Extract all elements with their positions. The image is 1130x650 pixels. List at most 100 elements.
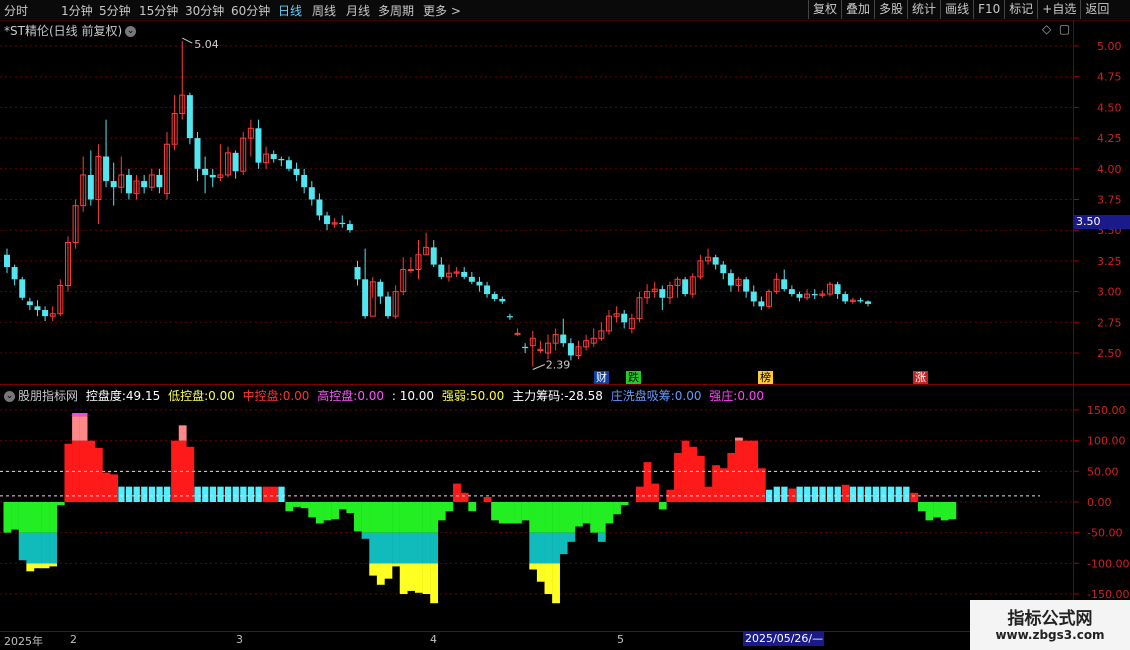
- indicator-bar-cyan: [118, 486, 125, 502]
- indicator-name[interactable]: 股朋指标网: [18, 389, 78, 403]
- indicator-bar-pink: [178, 425, 187, 441]
- indicator-bar-magenta: [79, 413, 88, 417]
- indicator-bar-green: [445, 502, 454, 512]
- indicator-bar-green: [514, 502, 522, 524]
- candle-body: [156, 174, 163, 188]
- candle-body: [385, 296, 391, 317]
- indicator-bar-cyan: [194, 486, 201, 502]
- indicator-bar-red: [727, 452, 736, 502]
- candle-body: [438, 264, 445, 277]
- indicator-bar-teal: [26, 532, 35, 564]
- candle-body: [285, 160, 292, 169]
- chart-title[interactable]: *ST精伦(日线 前复权) ⌄: [4, 22, 137, 39]
- indicator-bar-teal: [369, 532, 378, 564]
- indicator-bar-cyan: [209, 486, 217, 502]
- candle-body: [19, 279, 26, 298]
- indicator-bar-red: [788, 488, 797, 502]
- indicator-bar-green: [56, 502, 65, 506]
- candle-body: [491, 294, 498, 299]
- indicator-bar-green: [376, 502, 385, 533]
- candle-body: [301, 174, 308, 188]
- chouma-label: 主力筹码:: [512, 389, 565, 403]
- indicator-bar-green: [285, 502, 294, 512]
- candle-body: [293, 168, 300, 175]
- high-marker-line: [182, 37, 193, 44]
- indicator-bar-green: [544, 502, 553, 533]
- indicator-bar-cyan: [224, 486, 232, 502]
- watermark-url: www.zbgs3.com: [995, 628, 1105, 642]
- diamond-icon[interactable]: ◇: [1042, 22, 1051, 36]
- candle-body: [407, 268, 414, 271]
- limit-down-badge[interactable]: 跌: [626, 371, 641, 384]
- indicator-bar-red: [651, 483, 660, 502]
- price-tick-label: 2.75: [1097, 316, 1122, 329]
- indicator-bar-cyan: [164, 486, 171, 502]
- indicator-bar-cyan: [148, 486, 156, 502]
- candle-body: [758, 301, 765, 307]
- indicator-bar-yellow: [376, 563, 385, 585]
- dragon-tiger-badge[interactable]: 榜: [758, 371, 773, 384]
- finance-badge[interactable]: 财: [594, 371, 609, 384]
- low-marker-line: [532, 364, 545, 370]
- indicator-bar-green: [315, 502, 324, 524]
- low-marker-label: 2.39: [546, 359, 571, 372]
- indicator-bar-teal: [430, 532, 439, 564]
- indicator-bar-cyan: [834, 486, 841, 502]
- candle-body: [567, 343, 574, 356]
- indicator-bar-green: [26, 502, 35, 533]
- indicator-bar-cyan: [156, 486, 163, 502]
- date-month-5: 5: [617, 633, 624, 646]
- indicator-bar-teal: [407, 532, 416, 564]
- indicator-bar-yellow: [414, 563, 423, 593]
- chevron-down-icon[interactable]: ⌄: [125, 26, 137, 37]
- indicator-bar-cyan: [804, 486, 811, 502]
- chart-canvas[interactable]: 5.00 4.75 4.50 4.25 4.00 3.75 3.50 3.25 3.00 2.75…: [0, 0, 1130, 650]
- indicator-bar-magenta: [72, 413, 80, 417]
- limit-up-badge[interactable]: 涨: [913, 371, 928, 384]
- indicator-bar-green: [552, 502, 560, 533]
- candle-body: [202, 168, 209, 175]
- indicator-bar-green: [354, 502, 362, 532]
- indicator-bar-cyan: [255, 486, 262, 502]
- indicator-bar-green: [323, 502, 332, 521]
- indicator-bar-green: [933, 502, 941, 518]
- cursor-date-label: 2025/05/26/—: [743, 632, 824, 646]
- price-tick-label: 3.75: [1097, 194, 1122, 207]
- xipan-value: 0.00: [674, 389, 702, 403]
- candle-body: [743, 279, 750, 292]
- candle-body: [788, 289, 795, 295]
- indicator-bar-red: [94, 448, 103, 502]
- candle-body: [522, 346, 529, 349]
- kongpan-value: 49.15: [125, 389, 161, 403]
- candle-body: [377, 281, 384, 297]
- chouma-value: -28.58: [564, 389, 603, 403]
- indicator-tick-label: -50.00: [1087, 527, 1122, 540]
- settings-square-icon[interactable]: ▢: [1059, 22, 1070, 36]
- indicator-bar-green: [308, 502, 317, 518]
- indicator-bar-teal: [559, 532, 568, 555]
- candle-body: [346, 224, 353, 231]
- high-marker-label: 5.04: [194, 38, 219, 51]
- chevron-down-icon[interactable]: ⌄: [4, 391, 15, 402]
- indicator-bar-yellow: [536, 563, 545, 582]
- indicator-bar-yellow: [392, 563, 400, 567]
- candle-body: [796, 294, 803, 298]
- indicator-bar-green: [498, 502, 507, 524]
- indicator-bar-red: [110, 474, 118, 502]
- candle-body: [4, 254, 10, 268]
- indicator-bar-cyan: [247, 486, 255, 502]
- watermark-title: 指标公式网: [1007, 609, 1093, 629]
- indicator-bar-green: [620, 502, 629, 506]
- indicator-bar-yellow: [399, 563, 408, 594]
- indicator-bar-red: [841, 484, 850, 502]
- candle-body: [11, 267, 18, 280]
- indicator-bar-cyan: [141, 486, 148, 502]
- price-tick-label: 4.50: [1097, 101, 1122, 114]
- indicator-bar-teal: [18, 532, 27, 561]
- indicator-bar-teal: [392, 532, 400, 564]
- candle-body: [499, 298, 506, 302]
- candle-body: [42, 310, 49, 317]
- high-kongpan-label: 高控盘:: [317, 389, 358, 403]
- mid-kongpan-value: 0.00: [282, 389, 310, 403]
- indicator-tick-label: -100.00: [1087, 557, 1129, 570]
